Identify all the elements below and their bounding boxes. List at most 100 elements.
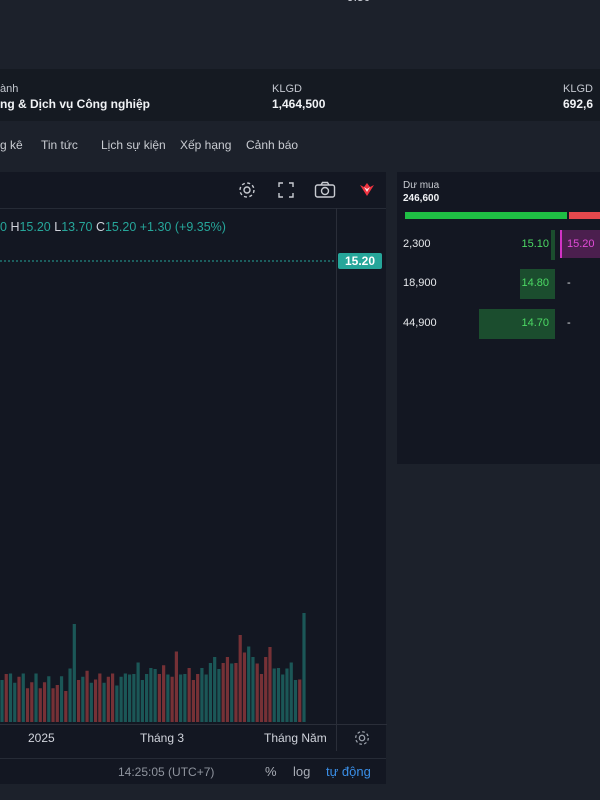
volume-bar (208, 663, 213, 722)
orderbook-row[interactable]: 18,900 14.80 - (397, 269, 600, 299)
buy-ratio-bar (405, 212, 567, 219)
volume-bar (272, 668, 276, 722)
bid-depth-bar (551, 230, 555, 260)
price-axis[interactable]: 15.5015.0014.5014.0013.5013.0012.5012.00… (336, 0, 387, 724)
volume-bar (166, 674, 170, 722)
low-value: 13.70 (61, 220, 93, 234)
volume-bar (298, 679, 302, 722)
volume-bar (217, 669, 221, 722)
bid-volume: 18,900 (403, 277, 437, 289)
tab-ranking[interactable]: Xếp hạng (180, 138, 231, 152)
volume-bar (179, 674, 183, 722)
volume-bar (213, 657, 217, 722)
close-key: C (95, 220, 105, 234)
volume-bar (238, 635, 242, 722)
volume-bar (247, 646, 251, 722)
tab-events[interactable]: Lịch sự kiện (101, 138, 166, 152)
volume-bar (64, 691, 68, 722)
volume-bar (221, 663, 225, 722)
camera-icon[interactable] (313, 178, 337, 202)
volume-bar (0, 680, 4, 722)
bid-price: 14.70 (521, 317, 549, 329)
time-label: 2025 (28, 731, 55, 745)
time-label: Tháng Năm (264, 731, 327, 745)
ohlc-readout: 0 H15.20 L13.70 C15.20 +1.30 (+9.35%) (0, 220, 226, 234)
volume-bar (285, 668, 289, 722)
volume-bar (42, 682, 47, 722)
tab-alerts[interactable]: Cảnh báo (246, 138, 298, 152)
chart-toolbar (0, 172, 386, 209)
volume-bar (110, 673, 115, 722)
volume2-value: 692,6 (563, 97, 594, 111)
volume-bar (157, 674, 161, 722)
close-value: 15.20 (104, 220, 137, 234)
volume-bar (242, 652, 247, 722)
bid-price: 15.10 (521, 238, 549, 250)
volume-bar (234, 663, 238, 722)
tab-bar: g kê Tin tức Lịch sự kiện Xếp hạng Cảnh … (0, 138, 330, 158)
order-book: Dư mua 246,600 2,300 15.10 15.20 18,900 … (397, 172, 600, 464)
time-axis[interactable]: 2025 Tháng 3 Tháng Năm (0, 724, 336, 751)
buy-total: 246,600 (403, 193, 440, 204)
tab-statistics[interactable]: g kê (0, 138, 23, 152)
bid-volume: 44,900 (403, 317, 437, 329)
volume-bar (174, 651, 178, 722)
volume-bar (145, 674, 149, 722)
volume-bar (38, 688, 42, 722)
auto-toggle[interactable]: tự động (326, 764, 371, 779)
volume-bar (136, 662, 140, 722)
volume-bar (264, 657, 268, 722)
volume-bar (89, 682, 93, 722)
volume-bar (106, 676, 110, 722)
gear-icon[interactable] (235, 178, 259, 202)
volume-bar (72, 624, 76, 722)
volume-bar (191, 680, 196, 722)
sell-ratio-bar (569, 212, 600, 219)
bid-price: 14.80 (521, 277, 549, 289)
volume-bar (162, 665, 166, 722)
percent-toggle[interactable]: % (265, 764, 277, 779)
brand-icon[interactable] (355, 178, 379, 202)
volume-bar (76, 680, 81, 722)
volume-bar (140, 680, 144, 722)
volume-bar (8, 673, 13, 722)
tab-news[interactable]: Tin tức (41, 138, 78, 152)
volume-bar (98, 673, 102, 722)
volume-bar (230, 663, 234, 722)
volume-bar (17, 676, 21, 722)
log-toggle[interactable]: log (293, 764, 310, 779)
clock-readout: 14:25:05 (UTC+7) (118, 765, 215, 779)
volume-bar (251, 657, 255, 722)
ask-price: - (567, 277, 571, 289)
volume-bar (268, 647, 272, 722)
volume-bar (119, 676, 123, 722)
volume-bar (55, 685, 59, 722)
volume-bar (204, 674, 208, 722)
candlestick-chart[interactable] (0, 208, 336, 724)
axis-settings[interactable] (336, 724, 387, 751)
volume2-label: KLGD (563, 83, 593, 95)
chart-bottom-bar: 14:25:05 (UTC+7) % log tự động (0, 758, 386, 785)
volume-bar (85, 670, 89, 722)
axis-gear-icon[interactable] (353, 729, 371, 747)
volume-bar (128, 674, 132, 722)
volume-bar (25, 688, 30, 722)
orderbook-row[interactable]: 44,900 14.70 - (397, 309, 600, 339)
volume-bar (225, 657, 230, 722)
volume-bar (21, 673, 25, 722)
info-bar: ành ng & Dịch vụ Công nghiệp KLGD 1,464,… (0, 69, 600, 121)
volume-bar (276, 668, 281, 722)
volume-bar (183, 674, 187, 722)
orderbook-row[interactable]: 2,300 15.10 15.20 (397, 230, 600, 260)
volume-bar (289, 662, 293, 722)
volume-bar (59, 676, 64, 722)
volume-bar (187, 668, 191, 722)
industry-label: ành (0, 83, 19, 95)
volume-bar (13, 682, 17, 722)
volume-bar (51, 688, 55, 722)
expand-icon[interactable] (274, 178, 298, 202)
volume-bar (68, 668, 72, 722)
price-label: 9.50 (347, 0, 370, 4)
industry-value: ng & Dịch vụ Công nghiệp (0, 97, 150, 111)
time-label: Tháng 3 (140, 731, 185, 745)
